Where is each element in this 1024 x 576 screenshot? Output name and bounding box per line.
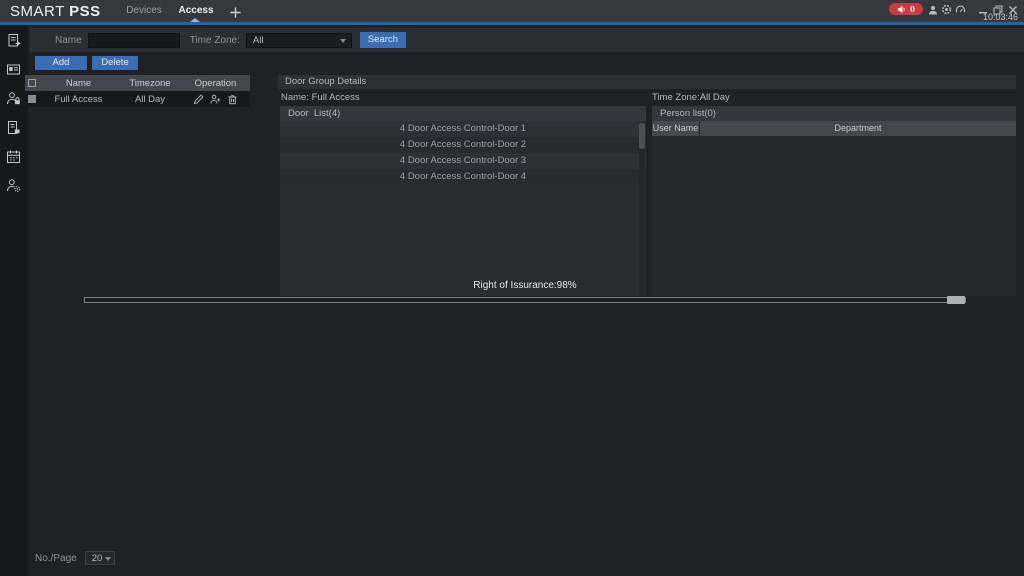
- plus-icon: [229, 6, 242, 19]
- tab-devices[interactable]: Devices: [120, 0, 168, 22]
- name-label: Name: [55, 34, 82, 46]
- details-title: Door Group Details: [278, 75, 1016, 89]
- file-permission-icon[interactable]: [6, 120, 22, 136]
- speaker-icon: [897, 5, 906, 14]
- gear-icon[interactable]: [941, 4, 952, 15]
- door-list: 4 Door Access Control-Door 1 4 Door Acce…: [280, 121, 646, 185]
- details-name: Name: Full Access: [281, 92, 360, 103]
- logo-smart: SMART: [10, 3, 65, 20]
- door-group-details: Door Group Details Name: Full Access Tim…: [278, 75, 1016, 296]
- user-icon[interactable]: [927, 4, 938, 15]
- user-permission-icon[interactable]: [6, 91, 22, 107]
- door-list-item[interactable]: 4 Door Access Control-Door 2: [280, 137, 646, 153]
- row-operations: [181, 93, 250, 105]
- row-name: Full Access: [54, 93, 103, 105]
- titlebar: SMART PSS Devices Access 0 10:03:46: [0, 0, 1024, 22]
- id-card-icon[interactable]: [6, 62, 22, 78]
- group-table-header: Name Timezone Operation: [25, 75, 250, 91]
- calendar-icon[interactable]: [6, 149, 22, 165]
- row-checkbox-cell[interactable]: [25, 95, 38, 103]
- row-timezone: All Day: [134, 93, 166, 105]
- alarm-badge[interactable]: 0: [889, 3, 923, 15]
- app-logo: SMART PSS: [10, 3, 101, 20]
- timezone-label: Time Zone:: [189, 34, 240, 46]
- person-table-header: User Name Department: [652, 121, 1016, 136]
- add-button[interactable]: Add: [35, 56, 87, 70]
- col-user-name: User Name: [652, 121, 700, 136]
- active-tab-notch: [190, 18, 200, 22]
- search-bar: Name Time Zone: All Search: [30, 28, 1024, 52]
- issuance-progress-label: Right of Issurance:98%: [473, 280, 577, 291]
- chevron-down-icon: [339, 38, 346, 43]
- col-operation: Operation: [194, 77, 237, 89]
- col-timezone: Timezone: [129, 77, 171, 89]
- new-tab-button[interactable]: [227, 4, 243, 20]
- person-list-header: Person list(0): [652, 106, 1016, 121]
- door-list-header: Door List(4): [280, 106, 646, 121]
- pagination-bar: No./Page 20: [35, 551, 115, 565]
- select-all-checkbox[interactable]: [27, 79, 36, 87]
- row-checkbox[interactable]: [27, 95, 36, 103]
- alarm-count: 0: [910, 4, 915, 14]
- details-timezone: Time Zone:All Day: [652, 92, 730, 103]
- console-icon[interactable]: [6, 33, 22, 49]
- issuance-progress-bar: [84, 296, 966, 304]
- door-list-item[interactable]: 4 Door Access Control-Door 1: [280, 121, 646, 137]
- logo-pss: PSS: [69, 3, 101, 20]
- edit-icon[interactable]: [193, 93, 204, 105]
- page-size-label: No./Page: [35, 552, 77, 564]
- name-input[interactable]: [87, 32, 180, 48]
- sidebar: [0, 25, 28, 576]
- page-size-select[interactable]: 20: [84, 551, 115, 565]
- door-list-item[interactable]: 4 Door Access Control-Door 3: [280, 153, 646, 169]
- delete-icon[interactable]: [227, 94, 238, 105]
- user-settings-icon[interactable]: [6, 178, 22, 194]
- timezone-value: All: [252, 34, 264, 46]
- gauge-icon[interactable]: [955, 4, 966, 15]
- door-list-scrollbar[interactable]: [639, 122, 645, 295]
- smartpss-window: SMART PSS Devices Access 0 10:03:46 Name…: [0, 0, 1024, 576]
- clock: 10:03:46: [982, 12, 1018, 22]
- door-list-item[interactable]: 4 Door Access Control-Door 4: [280, 169, 646, 185]
- door-list-panel: Door List(4) 4 Door Access Control-Door …: [280, 106, 646, 296]
- issuance-progress-thumb: [947, 296, 966, 304]
- scrollbar-thumb[interactable]: [639, 123, 645, 149]
- group-table: Name Timezone Operation Full Access All …: [25, 75, 250, 107]
- select-all-cell[interactable]: [25, 79, 38, 87]
- col-name: Name: [65, 77, 92, 89]
- timezone-select[interactable]: All: [245, 32, 352, 48]
- search-button[interactable]: Search: [359, 32, 406, 48]
- assign-person-icon[interactable]: [210, 94, 221, 105]
- chevron-down-icon: [104, 557, 111, 561]
- delete-button[interactable]: Delete: [92, 56, 138, 70]
- page-size-value: 20: [91, 552, 103, 564]
- col-department: Department: [834, 123, 882, 133]
- table-row[interactable]: Full Access All Day: [25, 91, 250, 107]
- accent-line: [0, 18, 1024, 25]
- person-list-panel: Person list(0) User Name Department: [652, 106, 1016, 296]
